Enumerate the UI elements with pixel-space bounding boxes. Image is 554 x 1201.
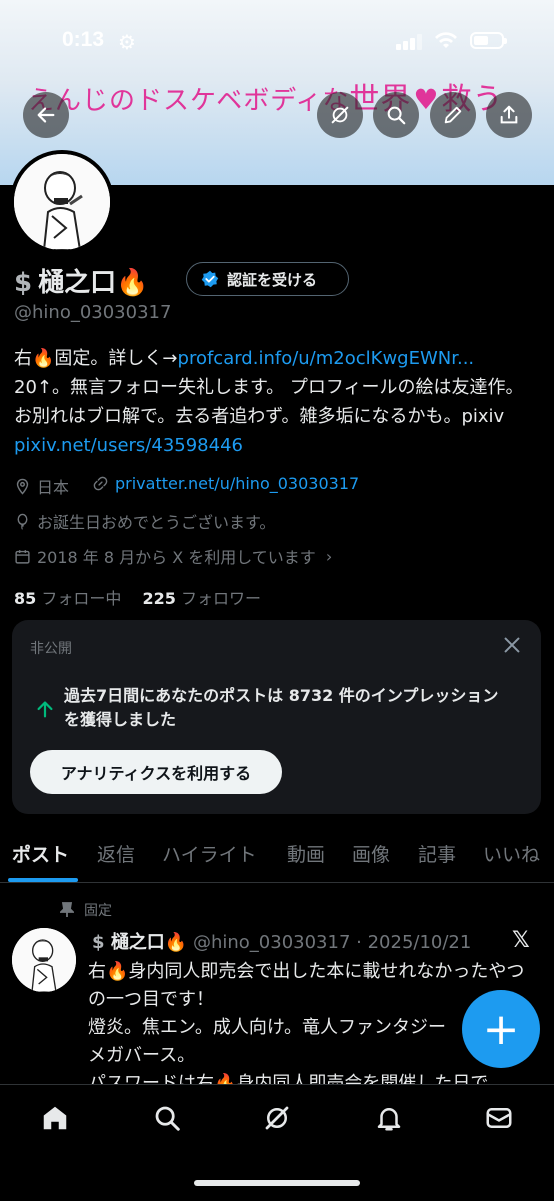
grok-button[interactable] [317, 92, 363, 138]
profile-bio: 右🔥固定。詳しく→profcard.info/u/m2oclKwgEWNr...… [14, 344, 540, 460]
analytics-card: 非公開 過去7日間にあなたのポストは 8732 件のインプレッションを獲得しまし… [12, 620, 541, 814]
signal-icon [396, 34, 422, 50]
close-icon[interactable] [501, 634, 523, 656]
share-button[interactable] [486, 92, 532, 138]
joined-row[interactable]: 2018 年 8 月から X を利用しています › [14, 544, 332, 568]
location-row: 日本 [14, 474, 69, 498]
post-avatar[interactable] [12, 928, 76, 992]
followers-link[interactable]: 225 フォロワー [142, 589, 261, 608]
follow-counts: 85 フォロー中 225 フォロワー [14, 585, 261, 609]
post-date[interactable]: 2025/10/21 [368, 932, 472, 953]
tab-highlights[interactable]: ハイライト [162, 840, 257, 867]
active-tab-indicator [8, 878, 78, 882]
search-icon[interactable] [152, 1103, 182, 1133]
compose-post-button[interactable]: + [462, 990, 540, 1068]
balloon-icon [17, 513, 28, 530]
gear-icon: ⚙ [118, 30, 136, 54]
profile-handle: @hino_03030317 [14, 302, 172, 323]
messages-envelope-icon[interactable] [484, 1103, 514, 1133]
tab-videos[interactable]: 動画 [287, 840, 325, 867]
pin-icon [60, 902, 74, 917]
location-text: 日本 [37, 478, 70, 497]
birthday-text: お誕生日おめでとうございます。 [37, 513, 276, 532]
share-icon [500, 105, 518, 124]
tab-images[interactable]: 画像 [352, 840, 390, 867]
notifications-bell-icon[interactable] [374, 1103, 404, 1133]
profile-name: $ 樋之口🔥 [14, 268, 149, 298]
tab-replies[interactable]: 返信 [97, 840, 135, 867]
following-link[interactable]: 85 フォロー中 [14, 589, 121, 608]
private-label: 非公開 [30, 641, 72, 657]
fire-icon: 🔥 [116, 268, 149, 298]
website-link[interactable]: privatter.net/u/hino_03030317 [115, 474, 359, 493]
profile-tabs: ポスト 返信 ハイライト 動画 画像 記事 いいね [0, 832, 554, 883]
profcard-link[interactable]: profcard.info/u/m2oclKwgEWNr... [178, 348, 475, 369]
fire-icon: 🔥 [32, 348, 55, 369]
chevron-right-icon: › [325, 546, 333, 566]
location-icon [16, 478, 29, 495]
calendar-icon [15, 549, 30, 564]
pixiv-link[interactable]: pixiv.net/users/43598446 [14, 435, 243, 456]
post-handle: @hino_03030317 · 2025/10/21 [192, 932, 472, 953]
avatar[interactable] [10, 150, 114, 254]
wifi-icon [435, 32, 457, 48]
search-icon [387, 106, 406, 125]
impressions-text: 過去7日間にあなたのポストは 8732 件のインプレッションを獲得しました [64, 686, 499, 729]
tab-posts[interactable]: ポスト [12, 840, 69, 867]
website-row[interactable]: privatter.net/u/hino_03030317 [92, 474, 359, 493]
avatar-illustration [12, 928, 76, 992]
edit-icon [444, 106, 462, 124]
fire-icon: 🔥 [106, 961, 129, 982]
fire-icon: 🔥 [164, 932, 188, 953]
joined-text: 2018 年 8 月から X を利用しています [37, 548, 316, 567]
tab-articles[interactable]: 記事 [418, 840, 456, 867]
status-time: 0:13 [62, 28, 105, 51]
back-icon [37, 107, 55, 123]
birthday-row: お誕生日おめでとうございます。 [14, 509, 275, 533]
tab-likes[interactable]: いいね [483, 840, 540, 867]
post-header: $ 樋之口🔥 @hino_03030317 · 2025/10/21 [92, 928, 471, 954]
battery-icon [470, 32, 507, 49]
back-button[interactable] [23, 92, 69, 138]
x-logo-icon: 𝕏 [512, 928, 530, 953]
avatar-illustration [14, 154, 110, 250]
verify-label: 認証を受ける [227, 270, 318, 289]
plus-icon: + [482, 1003, 520, 1055]
verified-badge-icon [201, 270, 219, 288]
get-verified-button[interactable]: 認証を受ける [186, 262, 349, 296]
link-icon [93, 476, 108, 491]
grok-icon[interactable] [262, 1103, 292, 1133]
analytics-button[interactable]: アナリティクスを利用する [30, 750, 282, 794]
arrow-up-icon [37, 701, 53, 718]
grok-icon [331, 106, 349, 124]
pinned-label: 固定 [84, 903, 112, 919]
home-indicator [194, 1180, 360, 1186]
edit-button[interactable] [430, 92, 476, 138]
pinned-indicator: 固定 [60, 900, 112, 920]
search-button[interactable] [373, 92, 419, 138]
home-icon[interactable] [40, 1103, 70, 1133]
post-author-name[interactable]: $ 樋之口🔥 [92, 932, 187, 953]
